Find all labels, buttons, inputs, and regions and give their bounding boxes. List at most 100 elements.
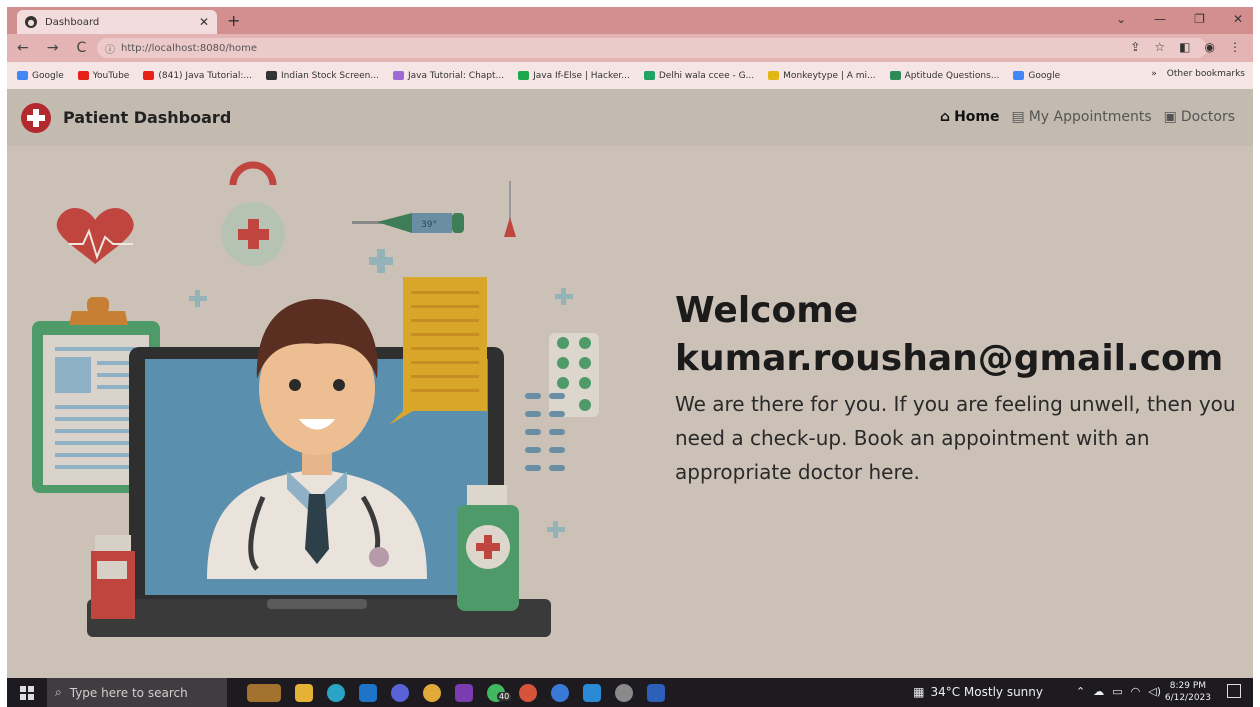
new-tab-button[interactable]: + <box>227 11 240 30</box>
system-tray: ⌃ ☁ ▭ ◠ ◁) <box>1076 685 1161 698</box>
bookmark-favicon-icon <box>143 71 155 80</box>
close-window-button[interactable]: ✕ <box>1233 12 1243 26</box>
weather-widget[interactable]: ▦ 34°C Mostly sunny <box>913 685 1043 699</box>
more-bookmarks-button[interactable]: » <box>1151 69 1157 79</box>
app-navbar: Patient Dashboard ⌂ Home ▤ My Appointmen… <box>7 89 1253 146</box>
page-content: Patient Dashboard ⌂ Home ▤ My Appointmen… <box>7 89 1253 678</box>
bookmark-item[interactable]: Java If-Else | Hacker... <box>518 71 630 81</box>
bookmark-label: Google <box>32 70 64 81</box>
info-icon[interactable]: ⓘ <box>105 41 115 56</box>
bookmark-favicon-icon <box>392 71 404 80</box>
media-player-icon[interactable] <box>391 683 409 702</box>
reload-button[interactable]: C <box>76 40 86 56</box>
bookmark-label: Delhi wala ccee - G... <box>658 70 755 81</box>
taskbar-clock[interactable]: 8:29 PM 6/12/2023 <box>1165 680 1211 704</box>
bookmarks-right: » Other bookmarks <box>1151 69 1245 79</box>
pinned-apps: 40 <box>247 683 665 702</box>
restore-button[interactable]: ❐ <box>1194 12 1205 26</box>
forward-button[interactable]: → <box>47 40 59 56</box>
wifi-icon[interactable]: ◠ <box>1131 685 1141 698</box>
bookmark-label: (841) Java Tutorial:... <box>158 70 252 81</box>
star-icon[interactable]: ☆ <box>1154 40 1165 54</box>
clock-date: 6/12/2023 <box>1164 693 1211 703</box>
bookmark-label: Indian Stock Screen... <box>281 70 379 81</box>
bookmark-item[interactable]: YouTube <box>77 70 130 81</box>
file-explorer-icon[interactable] <box>295 683 313 702</box>
news-icon: ▦ <box>913 685 925 699</box>
notification-icon[interactable] <box>1227 684 1241 698</box>
chrome-icon[interactable] <box>423 683 441 702</box>
nav-doctors-label: Doctors <box>1180 109 1235 125</box>
bookmark-label: Monkeytype | A mi... <box>783 70 876 81</box>
bookmark-item[interactable]: Indian Stock Screen... <box>266 71 379 81</box>
welcome-message: We are there for you. If you are feeling… <box>675 392 1236 484</box>
bookmark-favicon-icon <box>77 71 89 80</box>
home-icon: ⌂ <box>940 109 951 125</box>
bookmark-favicon-icon <box>643 71 655 80</box>
back-button[interactable]: ← <box>17 40 29 56</box>
cat-widget-icon[interactable] <box>247 683 281 702</box>
medicine-bottle-red <box>91 535 135 619</box>
settings-gear-icon[interactable] <box>615 683 633 702</box>
chrome-profile-icon[interactable] <box>519 683 537 702</box>
bookmark-item[interactable]: Monkeytype | A mi... <box>768 70 876 81</box>
notepad-illustration <box>389 277 487 425</box>
volume-icon[interactable]: ◁) <box>1148 685 1161 698</box>
bookmark-item[interactable]: Google <box>17 71 64 81</box>
cloud-icon[interactable]: ☁ <box>1093 685 1104 698</box>
medical-cross-logo <box>21 102 51 133</box>
whatsapp-icon[interactable]: 40 <box>487 683 512 702</box>
nav-home-label: Home <box>954 109 1000 125</box>
bookmark-item[interactable]: (841) Java Tutorial:... <box>143 71 252 81</box>
toolbar-actions: ⇪ ☆ ◧ ◉ ⋮ <box>1130 40 1241 54</box>
url-text: http://localhost:8080/home <box>121 42 258 54</box>
bookmark-label: YouTube <box>92 70 130 81</box>
side-panel-icon[interactable]: ◧ <box>1179 40 1190 54</box>
share-icon[interactable]: ⇪ <box>1130 40 1140 54</box>
address-input[interactable]: ⓘ http://localhost:8080/home <box>97 38 1207 58</box>
address-toolbar: ← → C ⓘ http://localhost:8080/home ⇪ ☆ ◧… <box>7 34 1253 62</box>
nav-my-appointments[interactable]: ▤ My Appointments <box>1011 109 1151 125</box>
close-icon[interactable]: ✕ <box>199 15 209 29</box>
tab-search-icon[interactable]: ⌄ <box>1116 12 1126 26</box>
edge-icon[interactable] <box>327 683 345 702</box>
other-bookmarks-folder[interactable]: Other bookmarks <box>1167 69 1245 79</box>
chrome-profile-2-icon[interactable] <box>551 683 569 702</box>
nav-home[interactable]: ⌂ Home <box>940 109 999 125</box>
bookmark-favicon-icon <box>266 71 277 80</box>
whatsapp-badge: 40 <box>497 691 512 701</box>
onenote-icon[interactable] <box>455 683 473 702</box>
nav-appointments-label: My Appointments <box>1028 109 1152 125</box>
chevron-up-icon[interactable]: ⌃ <box>1076 685 1085 698</box>
taskbar-search-input[interactable]: ⌕ Type here to search <box>47 678 227 707</box>
bookmark-favicon-icon <box>518 71 530 80</box>
tab-title: Dashboard <box>45 16 100 28</box>
browser-tab[interactable]: ● Dashboard ✕ <box>17 10 217 34</box>
vscode-icon[interactable] <box>583 683 601 702</box>
bookmark-item[interactable]: Google <box>1013 71 1060 81</box>
bookmark-favicon-icon <box>1013 71 1025 80</box>
windows-start-button[interactable] <box>7 685 47 700</box>
windows-taskbar: ⌕ Type here to search 40 ▦ 34°C Mostly s… <box>7 678 1253 707</box>
clock-time: 8:29 PM <box>1169 681 1207 691</box>
welcome-heading: Welcome kumar.roushan@gmail.com <box>675 287 1245 383</box>
nav-doctors[interactable]: ▣ Doctors <box>1164 109 1235 125</box>
bookmark-item[interactable]: Aptitude Questions... <box>889 70 1000 81</box>
bookmark-label: Aptitude Questions... <box>904 70 1000 81</box>
thermometer-icon: 39° <box>352 213 464 233</box>
mail-icon[interactable] <box>359 683 377 702</box>
window-controls: ⌄ — ❐ ✕ <box>1116 12 1243 26</box>
battery-icon[interactable]: ▭ <box>1112 685 1122 698</box>
bookmark-item[interactable]: Java Tutorial: Chapt... <box>392 71 504 81</box>
menu-icon[interactable]: ⋮ <box>1229 40 1241 54</box>
bookmark-item[interactable]: Delhi wala ccee - G... <box>643 70 755 81</box>
welcome-title: Welcome <box>675 290 859 331</box>
profile-avatar[interactable]: ◉ <box>1205 40 1215 54</box>
word-icon[interactable] <box>647 683 665 702</box>
welcome-section: Welcome kumar.roushan@gmail.com We are t… <box>675 287 1245 489</box>
brand-title[interactable]: Patient Dashboard <box>63 108 231 127</box>
user-email: kumar.roushan@gmail.com <box>675 338 1224 379</box>
bookmark-label: Google <box>1028 70 1061 81</box>
bookmark-favicon-icon <box>768 71 780 80</box>
minimize-button[interactable]: — <box>1154 12 1166 26</box>
